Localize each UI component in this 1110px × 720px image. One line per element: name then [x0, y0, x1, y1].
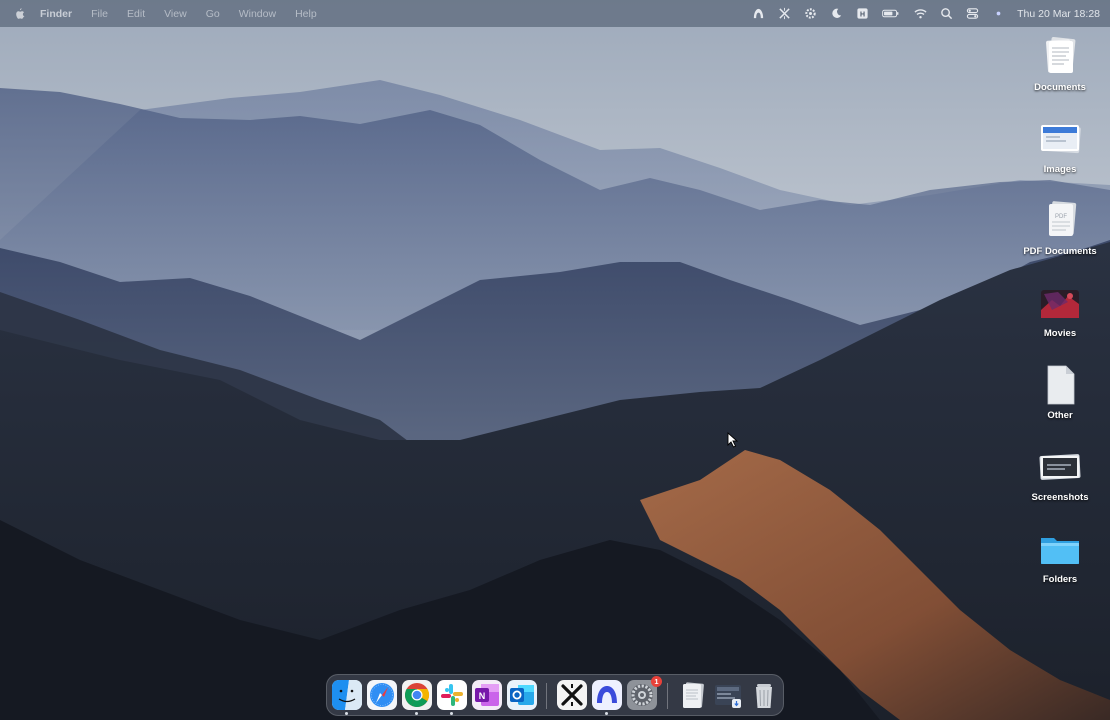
desktop-label-movies: Movies: [1043, 328, 1077, 339]
downloads-stack-icon: [715, 685, 741, 708]
documents-stack-icon: [683, 682, 704, 708]
capcut-x-icon[interactable]: [777, 7, 791, 21]
desktop[interactable]: Finder File Edit View Go Window Help H T…: [0, 0, 1110, 720]
dock-documents-stack[interactable]: [677, 679, 709, 711]
capcut-icon: [557, 680, 587, 710]
mouse-pointer-icon: [727, 432, 739, 448]
movie-stack-icon: [1041, 290, 1079, 318]
apple-menu-icon[interactable]: [12, 7, 26, 21]
desktop-label-documents: Documents: [1034, 82, 1086, 93]
wallpaper-mountains: [0, 0, 1110, 720]
menu-file[interactable]: File: [91, 8, 108, 20]
folder-icon: [1041, 538, 1079, 564]
safari-icon: [367, 680, 397, 710]
running-indicator: [605, 712, 608, 715]
trash-icon: [756, 684, 772, 708]
notification-badge: 1: [651, 676, 662, 687]
desktop-stack-pdf-documents[interactable]: PDF PDF Documents: [1022, 198, 1098, 272]
keyboard-input-icon[interactable]: H: [855, 7, 869, 21]
dock-capcut[interactable]: [556, 679, 588, 711]
dock-outlook[interactable]: [506, 679, 538, 711]
outlook-icon: [507, 680, 537, 710]
document-stack-icon: [1046, 37, 1076, 73]
vpn-arch-icon[interactable]: [751, 7, 765, 21]
running-indicator: [345, 712, 348, 715]
dock-downloads-stack[interactable]: [712, 679, 744, 711]
gear-status-icon[interactable]: [803, 7, 817, 21]
desktop-label-images: Images: [1043, 164, 1077, 175]
menu-view[interactable]: View: [164, 8, 187, 20]
arc-icon: [592, 680, 622, 710]
svg-text:PDF: PDF: [1055, 214, 1067, 220]
desktop-stack-documents[interactable]: Documents: [1022, 34, 1098, 108]
moon-focus-icon[interactable]: [829, 7, 843, 21]
desktop-stack-screenshots[interactable]: Screenshots: [1022, 444, 1098, 518]
menu-window[interactable]: Window: [239, 8, 276, 20]
menu-help[interactable]: Help: [295, 8, 317, 20]
menu-bar: Finder File Edit View Go Window Help H T…: [0, 0, 1110, 27]
desktop-stack-movies[interactable]: Movies: [1022, 280, 1098, 354]
menu-edit[interactable]: Edit: [127, 8, 145, 20]
blank-document-icon: [1047, 365, 1075, 405]
desktop-stack-folders[interactable]: Folders: [1022, 526, 1098, 600]
dock-arc[interactable]: [591, 679, 623, 715]
running-indicator: [450, 712, 453, 715]
svg-text:H: H: [860, 11, 865, 18]
dock: N 1: [326, 674, 784, 716]
chrome-icon: [402, 680, 432, 710]
desktop-stack-other[interactable]: Other: [1022, 362, 1098, 436]
desktop-label-other: Other: [1047, 410, 1073, 421]
dock-slack[interactable]: [436, 679, 468, 715]
desktop-stack-images[interactable]: Images: [1022, 116, 1098, 190]
battery-icon[interactable]: [881, 7, 901, 21]
slack-icon: [437, 680, 467, 710]
control-center-icon[interactable]: [965, 7, 979, 21]
pdf-stack-icon: PDF: [1049, 201, 1077, 236]
screenshot-stack-icon: [1039, 454, 1081, 480]
dock-safari[interactable]: [366, 679, 398, 711]
desktop-label-folders: Folders: [1042, 574, 1078, 585]
dock-onenote[interactable]: N: [471, 679, 503, 711]
running-indicator: [415, 712, 418, 715]
desktop-label-pdf-documents: PDF Documents: [1023, 246, 1097, 257]
desktop-label-screenshots: Screenshots: [1031, 492, 1089, 503]
menu-clock[interactable]: Thu 20 Mar 18:28: [1017, 8, 1100, 20]
dock-finder[interactable]: [331, 679, 363, 715]
wifi-icon[interactable]: [913, 7, 927, 21]
spotlight-search-icon[interactable]: [939, 7, 953, 21]
image-stack-icon: [1041, 124, 1081, 154]
siri-dot-icon[interactable]: [991, 7, 1005, 21]
dock-system-settings[interactable]: 1: [626, 676, 662, 711]
menu-go[interactable]: Go: [206, 8, 220, 20]
onenote-icon: N: [472, 680, 502, 710]
svg-text:N: N: [479, 691, 486, 701]
menu-app-name[interactable]: Finder: [40, 8, 72, 20]
dock-separator: [667, 683, 668, 709]
dock-chrome[interactable]: [401, 679, 433, 715]
dock-trash[interactable]: [748, 679, 780, 711]
dock-separator: [546, 683, 547, 709]
finder-icon: [332, 680, 362, 710]
